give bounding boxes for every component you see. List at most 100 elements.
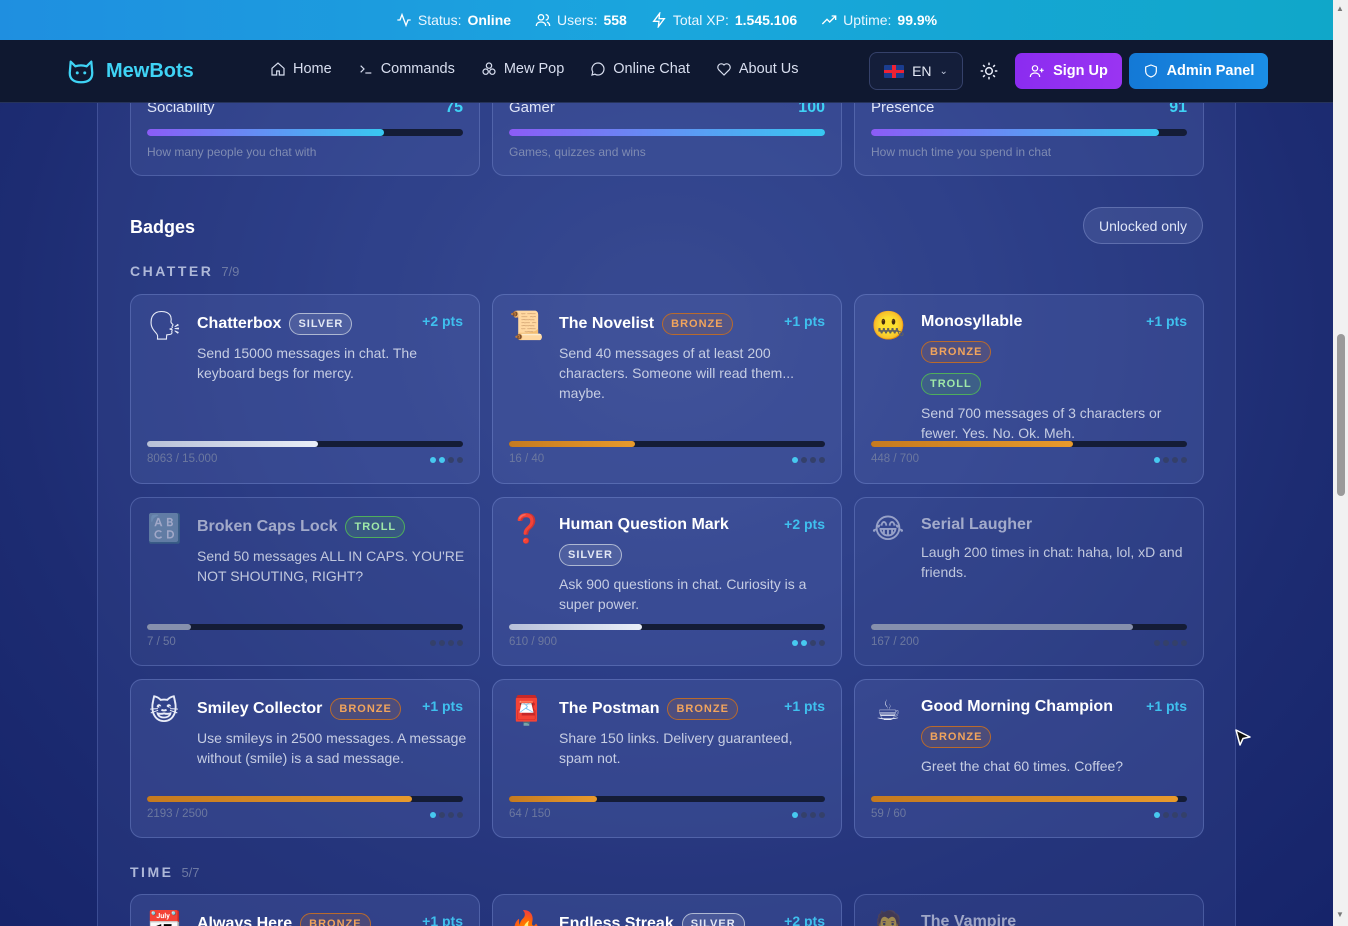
users-indicator: Users: 558 xyxy=(535,12,627,28)
badge-emoji-icon: 🤐 xyxy=(871,309,906,342)
badge-tier-dots xyxy=(1154,640,1187,646)
unlocked-only-toggle[interactable]: Unlocked only xyxy=(1083,207,1203,244)
badge-card[interactable]: 🗣 Chatterbox SILVER Send 15000 messages in … xyxy=(130,294,480,484)
badge-progress-text: 8063 / 15.000 xyxy=(147,453,218,465)
badge-card[interactable]: 📮 The Postman BRONZE Share 150 links. Deliv… xyxy=(492,679,842,838)
badge-emoji-icon: 📮 xyxy=(509,694,544,727)
badge-title-row: The Vampire xyxy=(921,913,1187,926)
badge-emoji-icon: 📆 xyxy=(147,909,182,926)
nav-commands[interactable]: Commands xyxy=(358,61,455,77)
tier-dot xyxy=(1181,812,1187,818)
tier-dot xyxy=(430,640,436,646)
badge-card[interactable]: ❓ Human Question Mark SILVER Ask 900 questi… xyxy=(492,497,842,666)
terminal-icon xyxy=(359,65,372,74)
nav-home[interactable]: Home xyxy=(270,61,332,77)
brand-name: MewBots xyxy=(106,59,194,82)
badge-card[interactable]: 😺 Smiley Collector BRONZE Use smileys in 25… xyxy=(130,679,480,838)
badge-card[interactable]: 🔠 Broken Caps Lock TROLL Send 50 messages A… xyxy=(130,497,480,666)
scrollbar-thumb[interactable] xyxy=(1337,334,1345,496)
badge-tier-dots xyxy=(792,640,825,646)
tier-dot xyxy=(810,812,816,818)
tier-dot xyxy=(792,640,798,646)
badge-progress-track xyxy=(147,441,463,447)
language-selector[interactable]: EN ⌄ xyxy=(869,52,963,90)
badge-progress-text: 16 / 40 xyxy=(509,453,545,465)
tier-dot xyxy=(1163,457,1169,463)
badge-card[interactable]: 📜 The Novelist BRONZE Send 40 messages of a… xyxy=(492,294,842,484)
status-bar: Status: Online Users: 558 Total XP: 1.545.1… xyxy=(0,0,1333,40)
badge-tier-row: TROLL xyxy=(921,373,1187,395)
page: Sociability 75 How many people you chat … xyxy=(0,0,1333,926)
badge-card[interactable]: 🔥 Endless Streak SILVER +2 pts xyxy=(492,894,842,926)
stat-description: How much time you spend in chat xyxy=(871,145,1052,159)
badge-tier-dots xyxy=(792,812,825,818)
badge-title: Human Question Mark xyxy=(559,516,729,533)
tier-dot xyxy=(801,640,807,646)
badge-progress-fill xyxy=(509,624,642,630)
tier-dot xyxy=(1181,640,1187,646)
trending-up-icon xyxy=(822,15,837,25)
stat-track xyxy=(871,129,1187,136)
stat-fill xyxy=(147,129,384,136)
tier-dot xyxy=(457,640,463,646)
badge-title: Smiley Collector xyxy=(197,700,323,717)
tier-badge: TROLL xyxy=(345,516,406,538)
admin-panel-button[interactable]: Admin Panel xyxy=(1129,53,1268,89)
tier-badge: BRONZE xyxy=(662,313,733,335)
badge-title: Broken Caps Lock xyxy=(197,518,338,535)
scroll-down-arrow-icon[interactable]: ▼ xyxy=(1336,910,1344,919)
tier-dot xyxy=(801,457,807,463)
nav-online-chat[interactable]: Online Chat xyxy=(590,61,690,77)
badge-progress-track xyxy=(509,624,825,630)
badge-card[interactable]: ☕ Good Morning Champion BRONZE Greet the ch… xyxy=(854,679,1204,838)
tier-dot xyxy=(1163,812,1169,818)
xp-label: Total XP: xyxy=(672,12,729,28)
badge-progress-fill xyxy=(871,624,1134,630)
page-scrollbar[interactable]: ▲ ▼ xyxy=(1333,0,1348,926)
sign-up-button[interactable]: Sign Up xyxy=(1015,53,1122,89)
badge-progress-track xyxy=(147,624,463,630)
users-value: 558 xyxy=(603,12,627,28)
tier-dot xyxy=(1172,457,1178,463)
theme-toggle-button[interactable] xyxy=(976,52,1002,90)
badge-points: +2 pts xyxy=(784,913,825,926)
badge-title-row: Broken Caps Lock TROLL xyxy=(197,516,463,538)
shield-icon xyxy=(1144,64,1157,78)
main-navbar: MewBots Home Commands Mew Pop Online Cha… xyxy=(0,40,1333,103)
brand-link[interactable]: MewBots xyxy=(66,56,194,86)
badge-card[interactable]: 😂 Serial Laugher Laugh 200 times in chat: … xyxy=(854,497,1204,666)
tier-dot xyxy=(819,457,825,463)
language-code: EN xyxy=(912,63,932,79)
scroll-up-arrow-icon[interactable]: ▲ xyxy=(1336,4,1344,13)
badge-card[interactable]: 📆 Always Here BRONZE +1 pts xyxy=(130,894,480,926)
badge-tier-dots xyxy=(792,457,825,463)
xp-indicator: Total XP: 1.545.106 xyxy=(651,12,797,28)
nav-links: Home Commands Mew Pop Online Chat About … xyxy=(270,61,799,77)
nav-about-us[interactable]: About Us xyxy=(716,61,799,77)
badge-description: Send 700 messages of 3 characters or few… xyxy=(921,405,1162,441)
sign-up-label: Sign Up xyxy=(1053,63,1108,79)
tier-badge: BRONZE xyxy=(921,726,992,748)
badge-card[interactable]: 🧛 The Vampire xyxy=(854,894,1204,926)
nav-mew-pop[interactable]: Mew Pop xyxy=(481,61,564,77)
user-plus-icon xyxy=(1029,65,1044,78)
tier-dot xyxy=(448,457,454,463)
badge-emoji-icon: 🔥 xyxy=(509,909,544,926)
category-heading-time: TIME 5/7 xyxy=(130,864,200,880)
category-name: CHATTER xyxy=(130,263,214,279)
badge-progress-fill xyxy=(147,441,318,447)
admin-panel-label: Admin Panel xyxy=(1166,63,1255,79)
badge-description: Ask 900 questions in chat. Curiosity is … xyxy=(559,576,807,612)
badge-description: Share 150 links. Delivery guaranteed, sp… xyxy=(559,730,793,766)
badge-header: The Vampire xyxy=(921,913,1187,926)
tier-badge: TROLL xyxy=(921,373,981,395)
badge-card[interactable]: 🤐 Monosyllable BRONZE TROLL Send 700 message… xyxy=(854,294,1204,484)
tier-dot xyxy=(810,457,816,463)
tier-dot xyxy=(448,640,454,646)
stat-track xyxy=(509,129,825,136)
badge-emoji-icon: 😂 xyxy=(871,512,905,545)
badge-description: Send 15000 messages in chat. The keyboar… xyxy=(197,345,418,381)
badge-title: Endless Streak xyxy=(559,915,674,926)
badge-tier-row: BRONZE xyxy=(921,341,1187,363)
tier-dot xyxy=(810,640,816,646)
